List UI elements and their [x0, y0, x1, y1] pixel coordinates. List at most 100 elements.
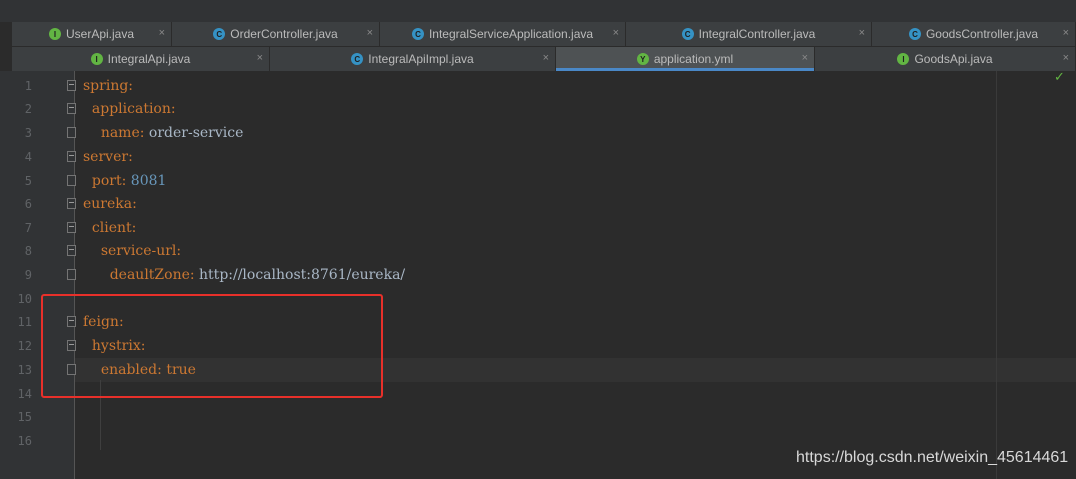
yaml-key: spring	[83, 78, 129, 94]
tab-userapi[interactable]: I UserApi.java ×	[12, 22, 172, 46]
close-icon[interactable]: ×	[802, 52, 808, 64]
line-number: 4	[24, 150, 32, 164]
tab-goodsapi[interactable]: I GoodsApi.java ×	[815, 47, 1076, 71]
code-text: service-url:	[83, 239, 181, 263]
line-number: 14	[17, 387, 32, 401]
line-number: 1	[24, 79, 32, 93]
tab-label: application.yml	[653, 52, 734, 66]
yaml-separator: :	[131, 220, 137, 236]
code-text: deaultZone: http://localhost:8761/eureka…	[83, 263, 405, 287]
code-line: 9 deaultZone: http://localhost:8761/eure…	[0, 263, 1076, 287]
code-text: client:	[83, 216, 136, 240]
yaml-key: service-url	[100, 243, 177, 259]
fold-icon[interactable]	[67, 198, 76, 209]
code-line: 3 name: order-service	[0, 121, 1076, 145]
line-number: 11	[17, 315, 32, 329]
yaml-separator: :	[128, 149, 133, 165]
annotation-highlight-box	[41, 294, 383, 398]
editor-tab-row-1: I UserApi.java × C OrderController.java …	[12, 22, 1076, 47]
tab-label: IntegralApiImpl.java	[368, 52, 474, 66]
tab-integralserviceapplication[interactable]: C IntegralServiceApplication.java ×	[380, 22, 626, 46]
class-icon: C	[681, 28, 694, 40]
line-number: 9	[24, 268, 32, 282]
line-number: 5	[24, 174, 32, 188]
code-text: port: 8081	[83, 169, 167, 193]
interface-icon: I	[897, 53, 910, 65]
close-icon[interactable]: ×	[859, 27, 865, 39]
yaml-separator: :	[170, 101, 176, 117]
tab-label: GoodsApi.java	[914, 52, 993, 66]
line-number: 10	[17, 292, 32, 306]
fold-icon[interactable]	[67, 245, 76, 256]
code-line: 4 server:	[0, 145, 1076, 169]
fold-icon[interactable]	[67, 103, 76, 114]
tab-label: IntegralServiceApplication.java	[428, 27, 594, 41]
code-text: eureka:	[83, 192, 137, 216]
yaml-key: deaultZone	[109, 267, 190, 283]
class-icon: C	[351, 53, 364, 65]
tab-goodscontroller[interactable]: C GoodsController.java ×	[872, 22, 1076, 46]
code-text: spring:	[83, 74, 133, 98]
line-number: 15	[17, 410, 32, 424]
close-icon[interactable]: ×	[1063, 27, 1069, 39]
tab-integralapiimpl[interactable]: C IntegralApiImpl.java ×	[270, 47, 556, 71]
fold-end-icon[interactable]	[67, 269, 76, 280]
close-icon[interactable]: ×	[543, 52, 549, 64]
code-text: application:	[83, 97, 176, 121]
yaml-file-icon: Y	[636, 53, 649, 65]
line-number: 3	[24, 126, 32, 140]
yaml-key: port	[91, 173, 122, 189]
tab-application-yml[interactable]: Y application.yml ×	[556, 47, 815, 71]
fold-icon[interactable]	[67, 80, 76, 91]
close-icon[interactable]: ×	[257, 52, 263, 64]
tab-label: GoodsController.java	[925, 27, 1039, 41]
fold-end-icon[interactable]	[67, 175, 76, 186]
tab-ordercontroller[interactable]: C OrderController.java ×	[172, 22, 380, 46]
yaml-key: name	[100, 125, 140, 141]
fold-icon[interactable]	[67, 222, 76, 233]
class-icon: C	[213, 28, 226, 40]
close-icon[interactable]: ×	[367, 27, 373, 39]
yaml-key: server	[83, 149, 129, 165]
yaml-value: order-service	[144, 125, 244, 141]
tab-label: IntegralController.java	[698, 27, 816, 41]
fold-icon[interactable]	[67, 151, 76, 162]
line-number: 6	[24, 197, 32, 211]
code-line: 1 spring:	[0, 74, 1076, 98]
line-number: 8	[24, 244, 32, 258]
interface-icon: I	[90, 53, 103, 65]
close-icon[interactable]: ×	[1063, 52, 1069, 64]
yaml-number-value: 8081	[126, 173, 167, 189]
class-icon: C	[908, 28, 921, 40]
close-icon[interactable]: ×	[613, 27, 619, 39]
code-line: 2 application:	[0, 97, 1076, 121]
code-text: name: order-service	[83, 121, 244, 145]
yaml-value: http://localhost:8761/eureka/	[194, 267, 406, 283]
yaml-separator: :	[132, 196, 137, 212]
tab-label: UserApi.java	[65, 27, 135, 41]
yaml-key: eureka	[83, 196, 133, 212]
yaml-key: application	[91, 101, 171, 117]
ide-window: I UserApi.java × C OrderController.java …	[0, 0, 1076, 479]
fold-end-icon[interactable]	[67, 127, 76, 138]
code-line: 15	[0, 405, 1076, 429]
line-number: 7	[24, 221, 32, 235]
tab-label: IntegralApi.java	[107, 52, 191, 66]
code-line: 5 port: 8081	[0, 169, 1076, 193]
code-line: 6 eureka:	[0, 192, 1076, 216]
tab-integralapi[interactable]: I IntegralApi.java ×	[12, 47, 270, 71]
yaml-key: client	[91, 220, 132, 236]
close-icon[interactable]: ×	[159, 27, 165, 39]
top-strip	[0, 0, 1076, 22]
line-number: 13	[17, 363, 32, 377]
code-line: 7 client:	[0, 216, 1076, 240]
tab-integralcontroller[interactable]: C IntegralController.java ×	[626, 22, 872, 46]
code-text: server:	[83, 145, 133, 169]
yaml-separator: :	[128, 78, 134, 94]
code-line: 8 service-url:	[0, 239, 1076, 263]
watermark: https://blog.csdn.net/weixin_45614461	[796, 449, 1069, 466]
tab-label: OrderController.java	[230, 27, 338, 41]
line-number: 2	[24, 102, 32, 116]
yaml-separator: :	[176, 243, 182, 259]
editor-tab-row-2: I IntegralApi.java × C IntegralApiImpl.j…	[12, 47, 1076, 72]
